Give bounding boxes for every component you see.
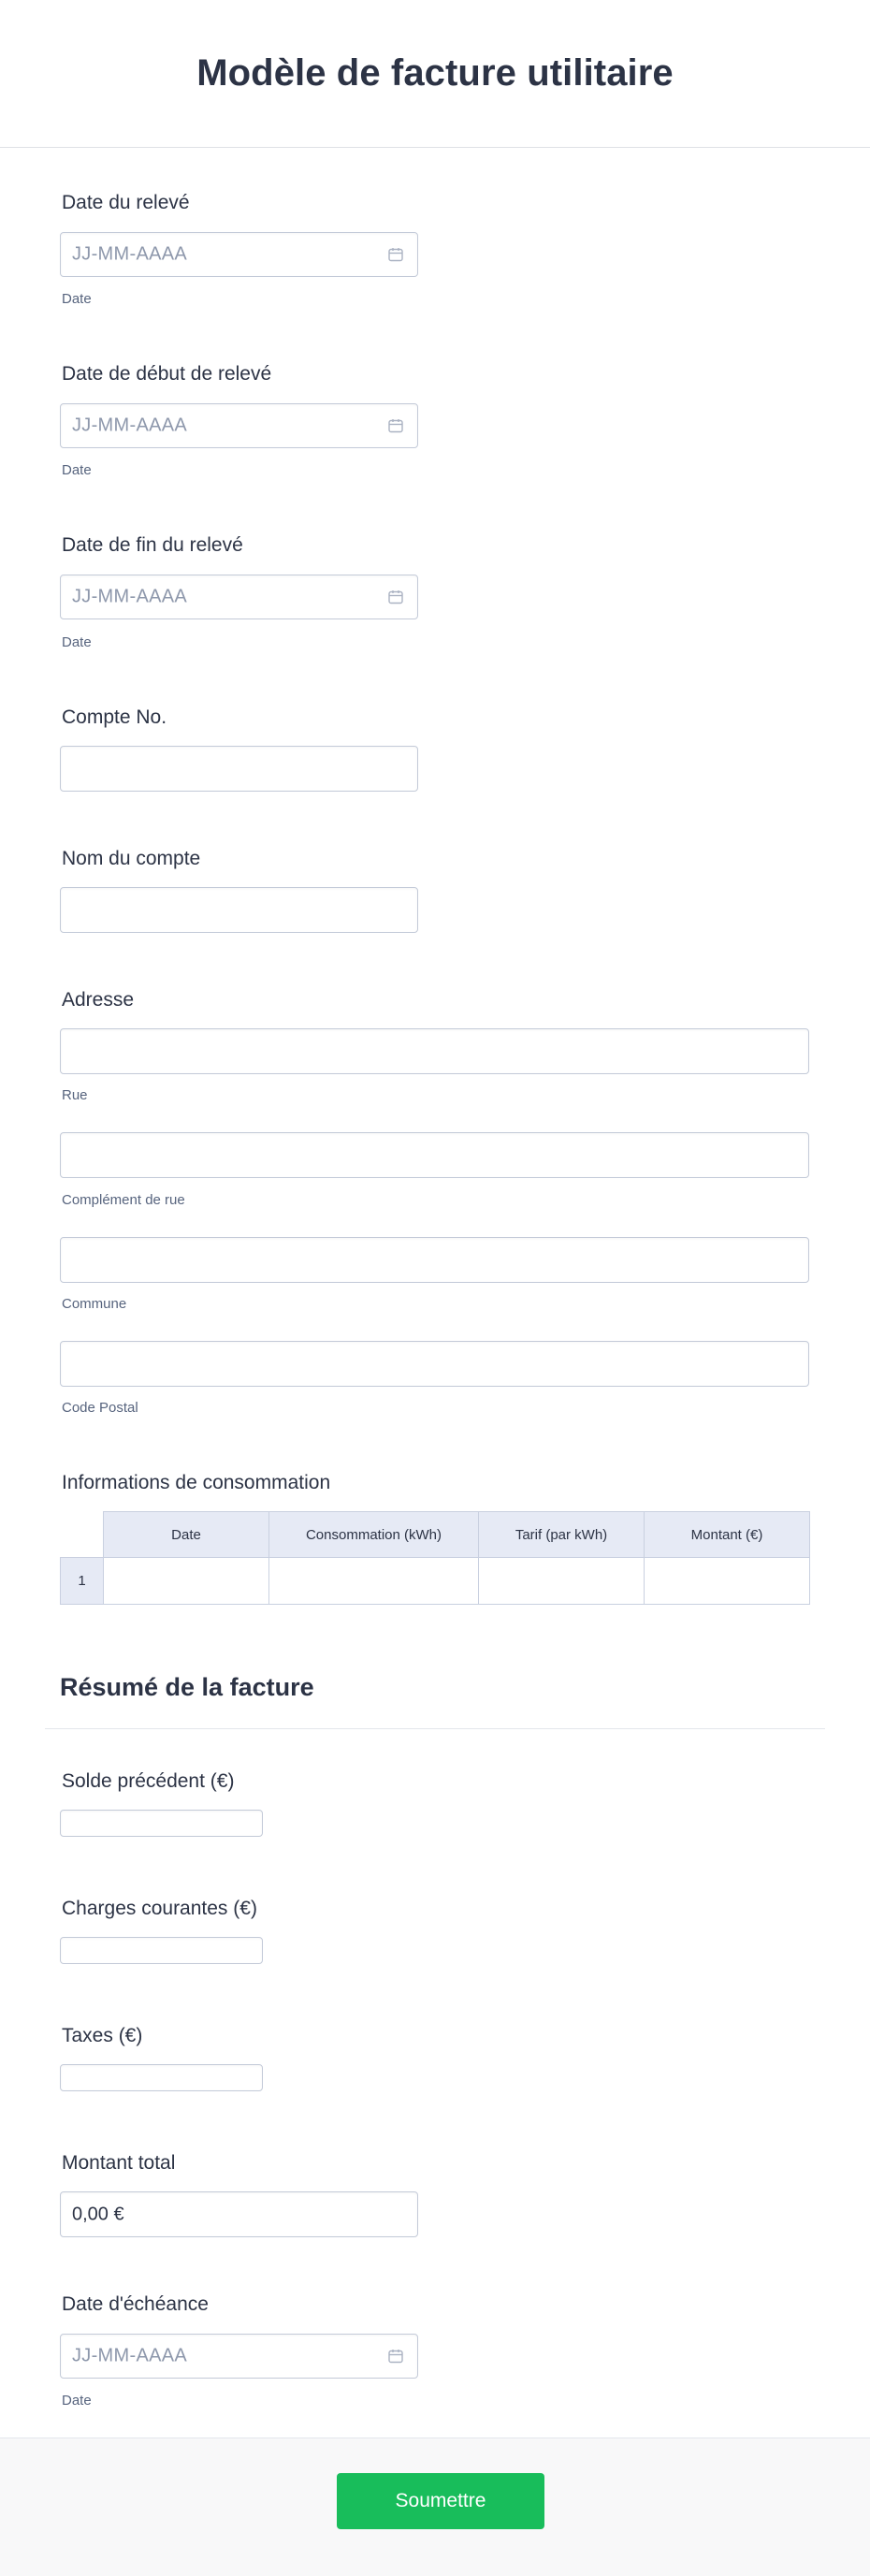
column-header-consumption: Consommation (kWh) [268,1511,479,1558]
submit-button[interactable]: Soumettre [337,2473,544,2529]
account-no-label: Compte No. [62,706,167,728]
table-cell-date[interactable] [103,1557,269,1605]
due-date-label: Date d'échéance [62,2293,209,2315]
current-charges-label: Charges courantes (€) [62,1898,257,1919]
account-no-input[interactable] [60,746,418,792]
previous-balance-label: Solde précédent (€) [62,1770,235,1792]
taxes-label: Taxes (€) [62,2025,143,2046]
start-date-input[interactable]: JJ-MM-AAAA [60,403,418,448]
total-amount-field: 0,00 € [60,2191,418,2237]
form-page: Modèle de facture utilitaire Date du rel… [0,0,870,2576]
postal-sublabel: Code Postal [62,1400,138,1416]
calendar-icon[interactable] [387,589,404,605]
city-input[interactable] [60,1237,809,1283]
start-date-sublabel: Date [62,462,92,478]
table-corner [60,1511,104,1558]
column-header-date: Date [103,1511,269,1558]
end-date-input[interactable]: JJ-MM-AAAA [60,575,418,619]
end-date-label: Date de fin du relevé [62,534,243,556]
summary-divider [45,1728,825,1729]
previous-balance-input[interactable] [60,1810,263,1837]
row-number: 1 [60,1557,104,1605]
end-date-sublabel: Date [62,634,92,650]
table-cell-amount[interactable] [644,1557,810,1605]
statement-date-label: Date du relevé [62,192,190,213]
start-date-label: Date de début de relevé [62,363,272,385]
column-header-rate: Tarif (par kWh) [478,1511,645,1558]
statement-date-placeholder: JJ-MM-AAAA [72,243,187,265]
account-name-input[interactable] [60,887,418,933]
table-cell-rate[interactable] [478,1557,645,1605]
street-sublabel: Rue [62,1087,88,1103]
account-name-label: Nom du compte [62,848,201,869]
form-title: Modèle de facture utilitaire [196,52,674,94]
statement-date-sublabel: Date [62,291,92,307]
table-row: 1 [60,1557,810,1605]
calendar-icon[interactable] [387,246,404,263]
start-date-placeholder: JJ-MM-AAAA [72,415,187,436]
form-header: Modèle de facture utilitaire [0,0,870,148]
taxes-input[interactable] [60,2064,263,2091]
total-amount-value: 0,00 € [72,2204,124,2224]
consumption-table: Date Consommation (kWh) Tarif (par kWh) … [60,1511,810,1605]
column-header-amount: Montant (€) [644,1511,810,1558]
city-sublabel: Commune [62,1296,127,1312]
street2-sublabel: Complément de rue [62,1192,185,1208]
summary-title: Résumé de la facture [60,1673,314,1701]
current-charges-input[interactable] [60,1937,263,1964]
calendar-icon[interactable] [387,417,404,434]
due-date-placeholder: JJ-MM-AAAA [72,2345,187,2366]
consumption-label: Informations de consommation [62,1472,331,1493]
end-date-placeholder: JJ-MM-AAAA [72,586,187,607]
due-date-input[interactable]: JJ-MM-AAAA [60,2334,418,2379]
form-footer: Soumettre [0,2438,870,2576]
street2-input[interactable] [60,1132,809,1178]
street-input[interactable] [60,1028,809,1074]
due-date-sublabel: Date [62,2393,92,2409]
calendar-icon[interactable] [387,2348,404,2365]
table-cell-consumption[interactable] [268,1557,479,1605]
total-label: Montant total [62,2152,176,2174]
statement-date-input[interactable]: JJ-MM-AAAA [60,232,418,277]
postal-input[interactable] [60,1341,809,1387]
address-label: Adresse [62,989,135,1011]
